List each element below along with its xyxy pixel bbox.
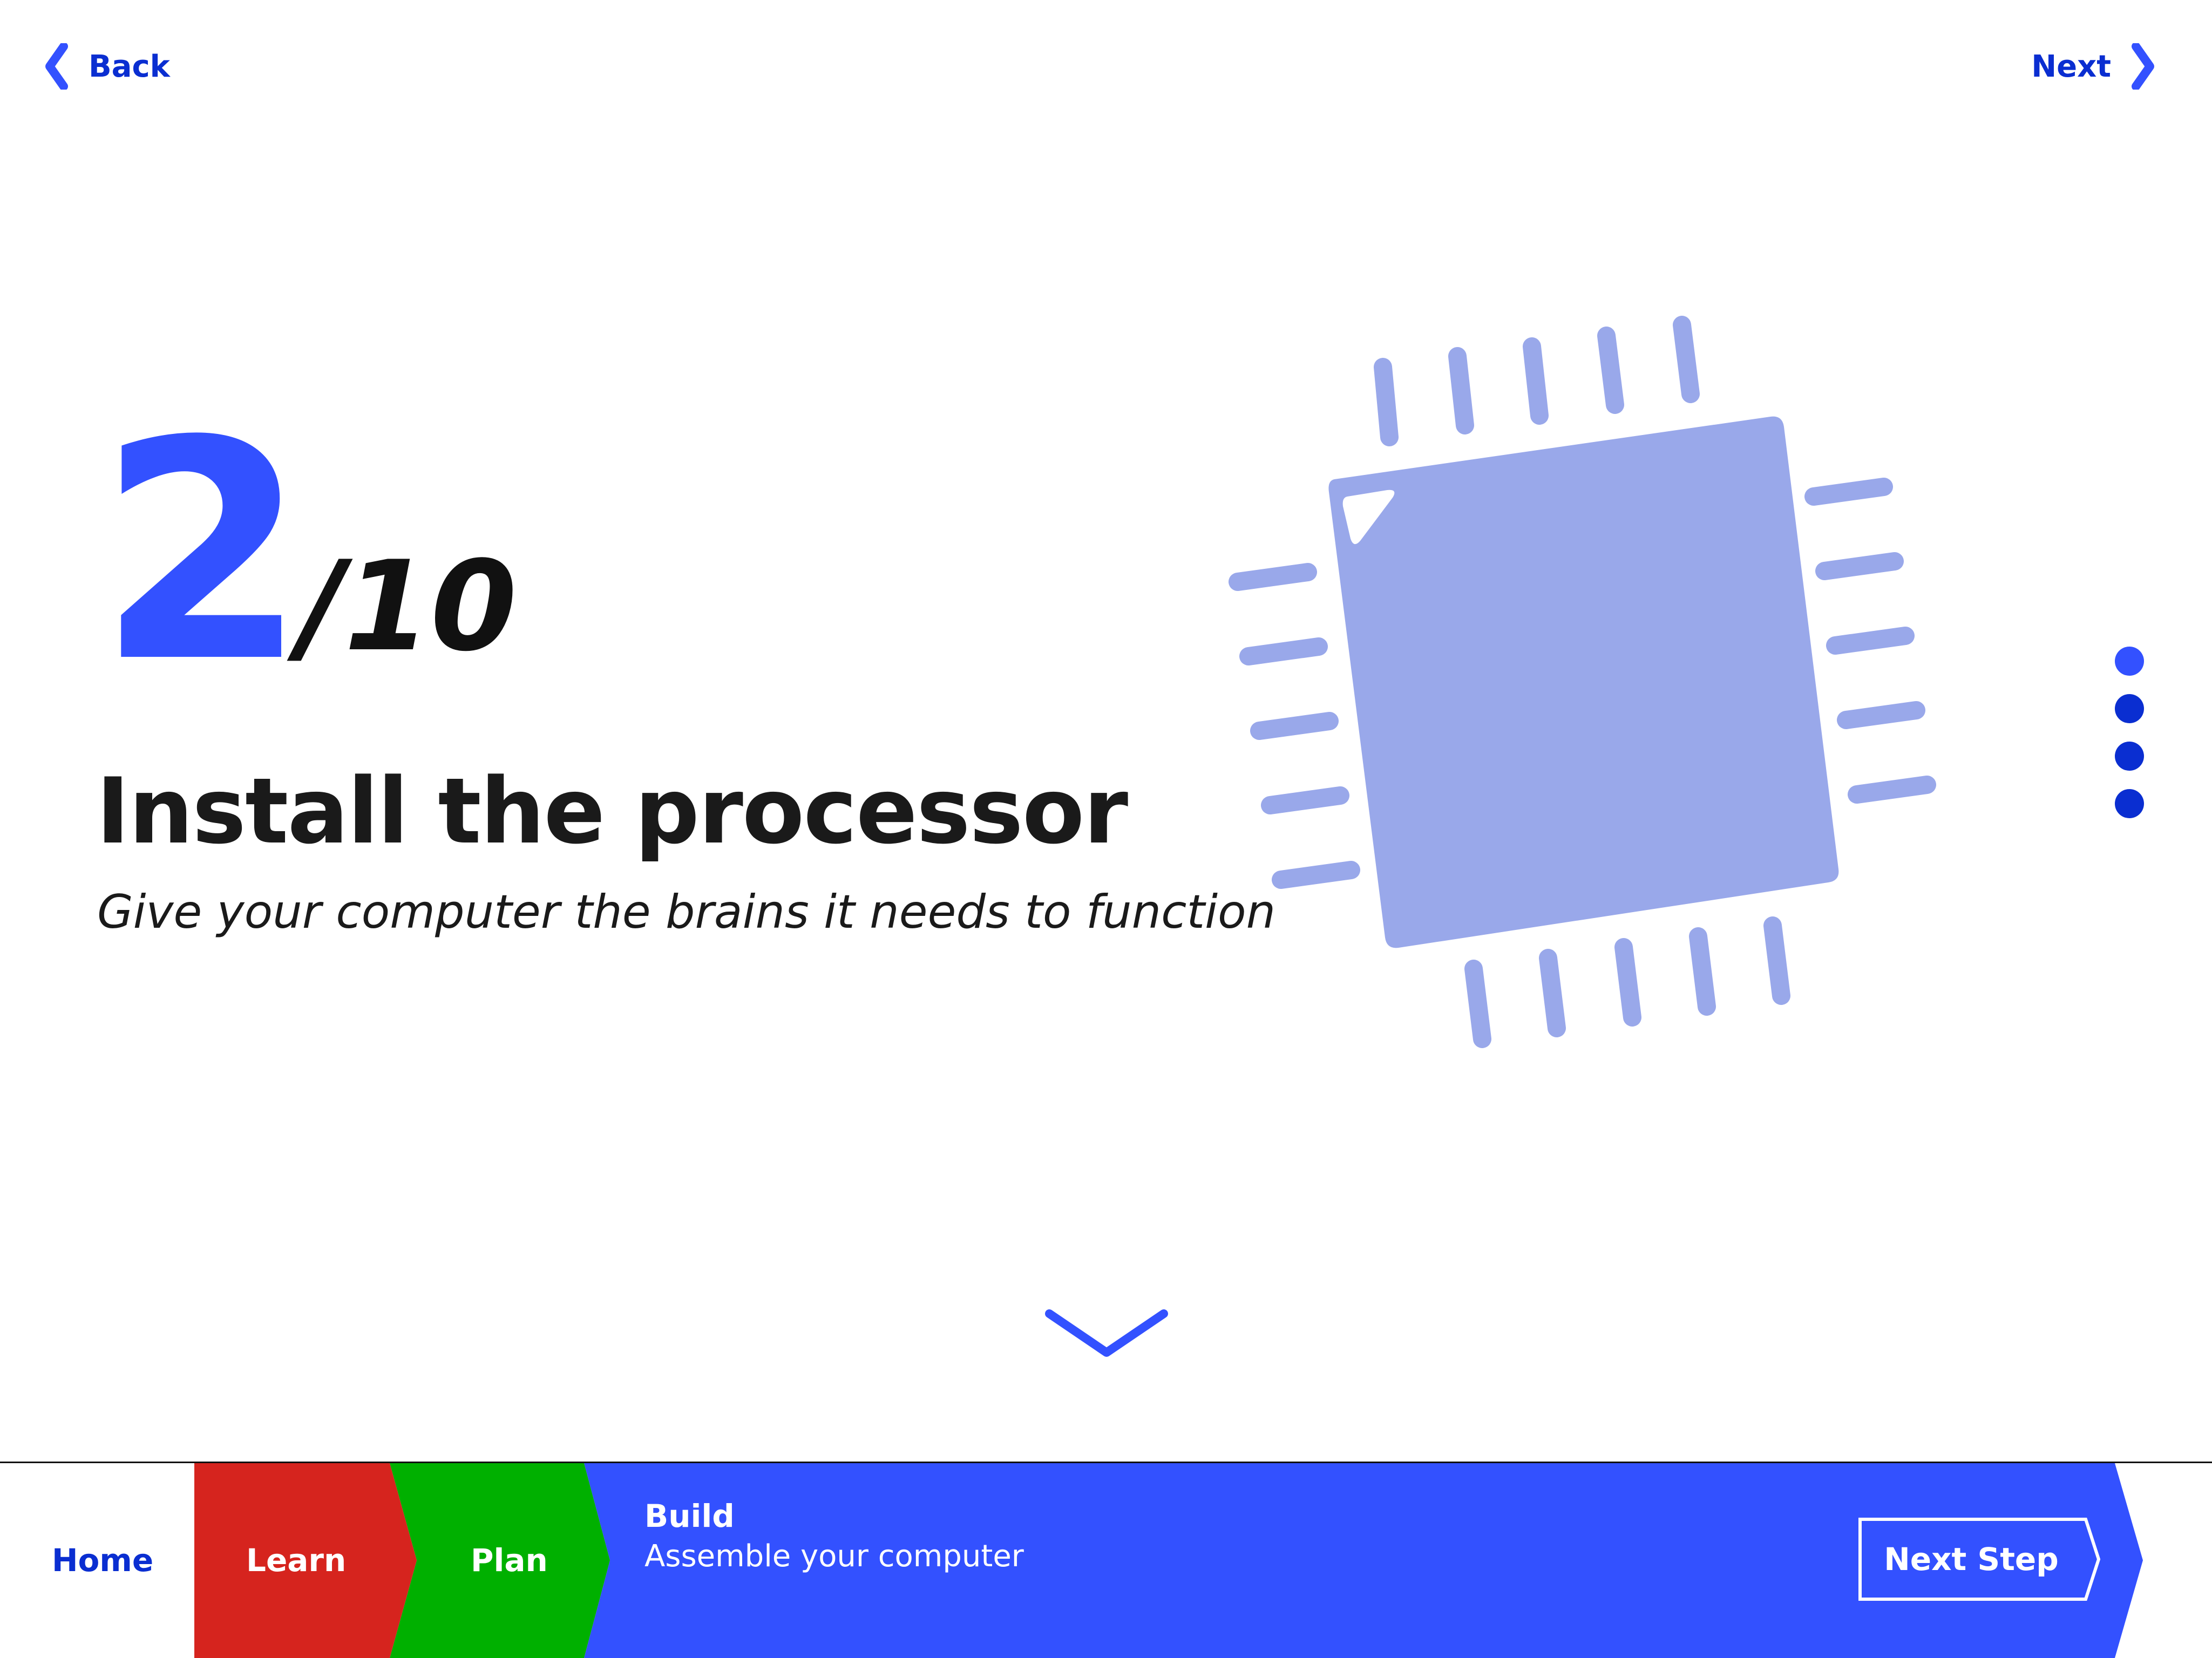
progress-dot-2[interactable] (2115, 694, 2144, 723)
back-label: Back (89, 49, 170, 84)
processor-chip-icon (1209, 302, 1965, 1058)
breadcrumb-build[interactable]: Build (644, 1498, 735, 1534)
breadcrumb-build-subtitle: Assemble your computer (644, 1539, 1024, 1574)
breadcrumb-home[interactable]: Home (52, 1542, 153, 1579)
step-current-number: 2 (97, 377, 308, 729)
step-subtitle: Give your computer the brains it needs t… (97, 885, 1276, 939)
breadcrumb: Home Learn Plan Build Assemble your comp… (0, 1463, 2212, 1658)
breadcrumb-learn[interactable]: Learn (246, 1542, 346, 1579)
scroll-down-chevron-icon[interactable] (1042, 1306, 1171, 1368)
step-counter: 2 /10 (97, 377, 517, 729)
chevron-right-icon (2132, 43, 2155, 90)
progress-dot-3[interactable] (2115, 742, 2144, 771)
breadcrumb-plan[interactable]: Plan (471, 1542, 548, 1579)
progress-dot-4[interactable] (2115, 789, 2144, 818)
next-step-label: Next Step (1884, 1541, 2059, 1578)
chevron-left-icon (44, 43, 68, 90)
step-total-number: /10 (298, 535, 517, 679)
progress-dot-1[interactable] (2115, 647, 2144, 676)
step-title: Install the processor (96, 758, 1128, 864)
next-step-button[interactable]: Next Step (1858, 1517, 2101, 1601)
next-link[interactable]: Next (2031, 42, 2155, 91)
next-label: Next (2031, 49, 2111, 84)
back-link[interactable]: Back (44, 42, 170, 91)
progress-dots (2115, 647, 2144, 818)
